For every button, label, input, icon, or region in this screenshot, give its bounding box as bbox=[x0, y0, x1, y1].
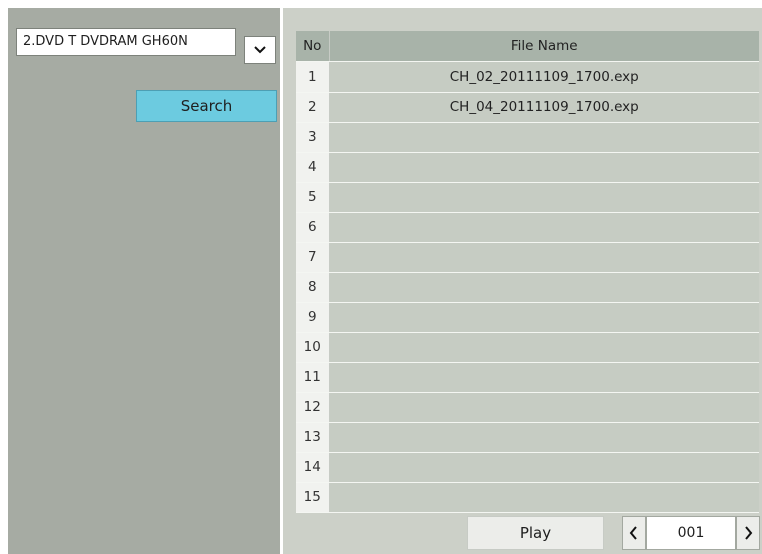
file-name-cell bbox=[329, 272, 759, 303]
table-row[interactable]: 8 bbox=[296, 272, 759, 303]
previous-page-button[interactable] bbox=[622, 516, 646, 550]
device-dropdown-button[interactable] bbox=[244, 36, 276, 64]
table-row[interactable]: 6 bbox=[296, 212, 759, 243]
column-header-file-name: File Name bbox=[329, 31, 759, 62]
row-number: 2 bbox=[296, 92, 330, 123]
file-name-cell bbox=[329, 182, 759, 213]
file-list-table: No File Name 1 CH_02_20111109_1700.exp 2C… bbox=[296, 31, 759, 513]
row-number: 14 bbox=[296, 452, 330, 483]
file-name-cell bbox=[329, 302, 759, 333]
file-name-cell bbox=[329, 152, 759, 183]
device-select[interactable]: 2.DVD T DVDRAM GH60N bbox=[16, 28, 236, 56]
table-row[interactable]: 4 bbox=[296, 152, 759, 183]
device-select-value: 2.DVD T DVDRAM GH60N bbox=[23, 34, 188, 49]
file-name-cell bbox=[329, 122, 759, 153]
left-panel: 2.DVD T DVDRAM GH60N Search bbox=[8, 8, 280, 554]
row-number: 10 bbox=[296, 332, 330, 363]
table-row[interactable]: 2 CH_04_20111109_1700.exp bbox=[296, 92, 759, 123]
row-number: 6 bbox=[296, 212, 330, 243]
file-name-cell bbox=[329, 242, 759, 273]
row-number: 9 bbox=[296, 302, 330, 333]
row-number: 3 bbox=[296, 122, 330, 153]
next-page-button[interactable] bbox=[736, 516, 760, 550]
column-header-no: No bbox=[296, 31, 330, 62]
row-number: 7 bbox=[296, 242, 330, 273]
file-name-cell bbox=[329, 392, 759, 423]
row-number: 15 bbox=[296, 482, 330, 513]
file-name-cell bbox=[329, 452, 759, 483]
table-row[interactable]: 9 bbox=[296, 302, 759, 333]
table-row[interactable]: 7 bbox=[296, 242, 759, 273]
page-number-field[interactable]: 001 bbox=[646, 516, 736, 550]
search-button[interactable]: Search bbox=[136, 90, 277, 122]
file-name-cell: CH_04_20111109_1700.exp bbox=[329, 92, 759, 123]
table-row[interactable]: 1 CH_02_20111109_1700.exp bbox=[296, 61, 759, 93]
row-number: 11 bbox=[296, 362, 330, 393]
row-number: 5 bbox=[296, 182, 330, 213]
row-number: 12 bbox=[296, 392, 330, 423]
file-name-cell bbox=[329, 482, 759, 513]
table-row[interactable]: 11 bbox=[296, 362, 759, 393]
row-number: 1 bbox=[296, 61, 330, 93]
table-row[interactable]: 15 bbox=[296, 482, 759, 513]
chevron-down-icon bbox=[254, 46, 266, 54]
table-row[interactable]: 5 bbox=[296, 182, 759, 213]
file-name-cell bbox=[329, 362, 759, 393]
table-row[interactable]: 3 bbox=[296, 122, 759, 153]
file-name-cell: CH_02_20111109_1700.exp bbox=[329, 61, 759, 93]
row-number: 4 bbox=[296, 152, 330, 183]
file-name-cell bbox=[329, 332, 759, 363]
row-number: 8 bbox=[296, 272, 330, 303]
table-row[interactable]: 10 bbox=[296, 332, 759, 363]
file-name-cell bbox=[329, 422, 759, 453]
table-row[interactable]: 13 bbox=[296, 422, 759, 453]
row-number: 13 bbox=[296, 422, 330, 453]
chevron-right-icon bbox=[745, 526, 753, 540]
chevron-left-icon bbox=[629, 526, 637, 540]
table-row[interactable]: 14 bbox=[296, 452, 759, 483]
file-name-cell bbox=[329, 212, 759, 243]
table-row[interactable]: 12 bbox=[296, 392, 759, 423]
play-button[interactable]: Play bbox=[467, 516, 604, 550]
table-header-row: No File Name bbox=[296, 31, 759, 62]
